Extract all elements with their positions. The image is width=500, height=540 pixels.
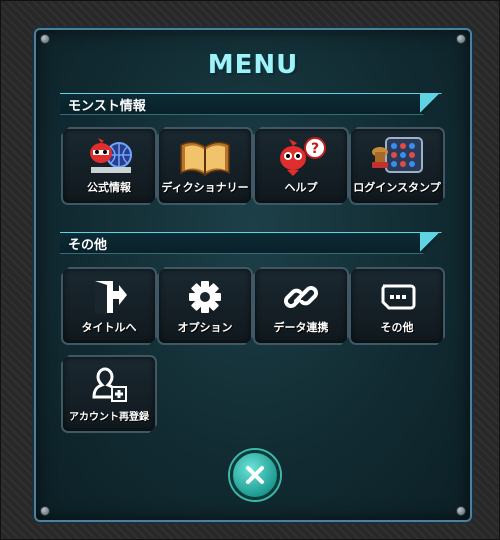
login-stamp-button[interactable]: ログインスタンプ — [349, 127, 445, 205]
section-header-other: その他 — [60, 232, 442, 254]
rivet-icon — [456, 34, 466, 44]
link-icon — [255, 277, 347, 317]
login-stamp-icon — [351, 137, 443, 177]
account-add-icon — [63, 365, 155, 405]
section-label: モンスト情報 — [68, 99, 146, 114]
tile-label: タイトルへ — [81, 321, 137, 334]
close-button[interactable] — [230, 450, 280, 500]
close-icon — [246, 466, 264, 484]
official-info-button[interactable]: 公式情報 — [61, 127, 157, 205]
tile-label: データ連携 — [273, 321, 329, 334]
menu-title: MENU — [207, 50, 299, 80]
to-title-button[interactable]: タイトルへ — [61, 267, 157, 345]
options-button[interactable]: オプション — [157, 267, 253, 345]
section-label: その他 — [68, 238, 108, 253]
tile-label: ディクショナリー — [161, 181, 249, 194]
rivet-icon — [40, 34, 50, 44]
svg-text:?: ? — [311, 141, 319, 157]
more-dots-icon — [351, 277, 443, 317]
tile-label: アカウント再登録 — [69, 412, 149, 423]
background-frame: MENU モンスト情報 公式情報 ディクショナリー ? ヘルプ ログインスタンプ… — [0, 0, 500, 540]
rivet-icon — [40, 506, 50, 516]
tile-label: ログインスタンプ — [353, 181, 441, 194]
tile-label: ヘルプ — [284, 181, 318, 194]
dictionary-button[interactable]: ディクショナリー — [157, 127, 253, 205]
official-info-icon — [63, 137, 155, 177]
tile-label: 公式情報 — [87, 181, 131, 194]
rivet-icon — [456, 506, 466, 516]
menu-panel: MENU モンスト情報 公式情報 ディクショナリー ? ヘルプ ログインスタンプ… — [34, 28, 472, 522]
section-header-monst-info: モンスト情報 — [60, 93, 442, 115]
other-button[interactable]: その他 — [349, 267, 445, 345]
gear-icon — [159, 277, 251, 317]
help-button[interactable]: ? ヘルプ — [253, 127, 349, 205]
help-icon: ? — [255, 137, 347, 177]
tile-label: オプション — [177, 321, 233, 334]
exit-door-icon — [63, 277, 155, 317]
data-link-button[interactable]: データ連携 — [253, 267, 349, 345]
dictionary-book-icon — [159, 137, 251, 177]
tile-label: その他 — [380, 321, 414, 334]
account-reregister-button[interactable]: アカウント再登録 — [61, 355, 157, 433]
